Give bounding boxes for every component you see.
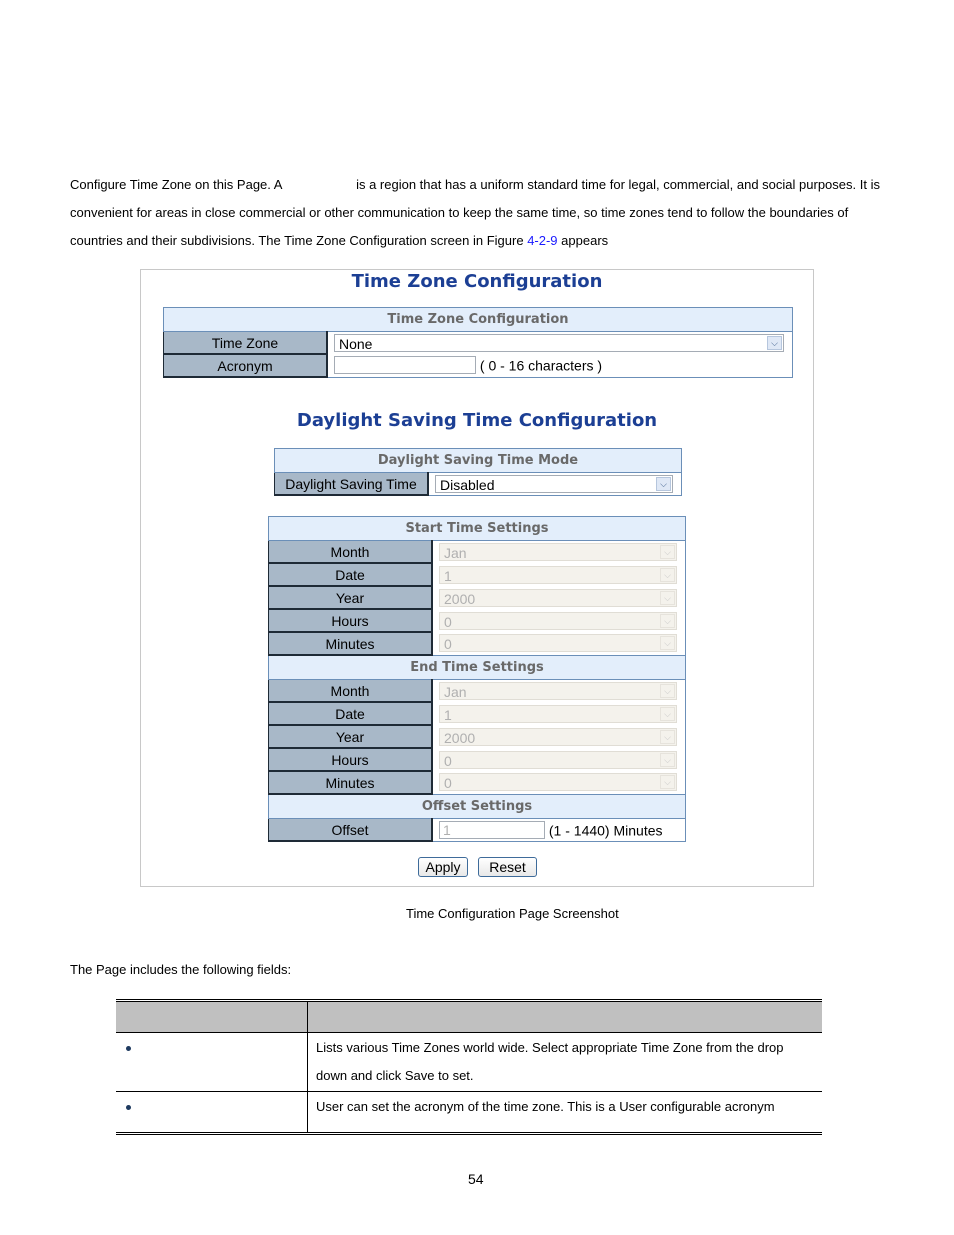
offset-hint: (1 - 1440) Minutes	[548, 821, 663, 838]
table-row: Lists various Time Zones world wide. Sel…	[116, 1032, 822, 1092]
offset-input[interactable]: 1	[439, 820, 545, 839]
offset-header: Offset Settings	[268, 793, 686, 819]
chevron-down-icon: ⌵	[660, 613, 675, 628]
acronym-input[interactable]	[334, 356, 476, 375]
end-year-value: 2000	[444, 729, 476, 746]
chevron-down-icon: ⌵	[660, 775, 675, 790]
chevron-down-icon: ⌵	[660, 567, 675, 582]
end-month-select[interactable]: Jan ⌵	[439, 682, 677, 700]
acronym-hint: ( 0 - 16 characters )	[479, 357, 603, 374]
fields-header-description	[307, 999, 822, 1033]
end-year-label: Year	[268, 725, 433, 749]
end-minutes-value: 0	[444, 775, 452, 792]
chevron-down-icon: ⌵	[660, 684, 675, 698]
acronym-label: Acronym	[163, 354, 328, 378]
dst-mode-header: Daylight Saving Time Mode	[274, 448, 682, 473]
dst-title: Daylight Saving Time Configuration	[296, 410, 658, 431]
end-year-select[interactable]: 2000 ⌵	[439, 727, 677, 746]
apply-button[interactable]: Apply	[418, 857, 468, 877]
end-month-value: Jan	[444, 684, 467, 700]
table-row: User can set the acronym of the time zon…	[116, 1091, 822, 1134]
end-time-header: End Time Settings	[268, 654, 686, 680]
fields-intro: The Page includes the following fields:	[70, 962, 292, 977]
end-hours-select[interactable]: 0 ⌵	[439, 750, 677, 769]
dst-settings-table: Start Time Settings Month Jan ⌵ Date 1 ⌵ Yea…	[268, 516, 686, 842]
start-minutes-select[interactable]: 0 ⌵	[439, 634, 677, 653]
start-hours-select[interactable]: 0 ⌵	[439, 611, 677, 630]
offset-label: Offset	[268, 818, 433, 842]
time-zone-title: Time Zone Configuration	[351, 271, 603, 292]
end-hours-label: Hours	[268, 748, 433, 772]
reset-button[interactable]: Reset	[478, 857, 537, 877]
dst-value: Disabled	[440, 476, 495, 493]
end-date-label: Date	[268, 702, 433, 726]
chevron-down-icon: ⌵	[660, 706, 675, 721]
dst-mode-table: Daylight Saving Time Mode Daylight Savin…	[274, 448, 682, 496]
start-hours-label: Hours	[268, 609, 433, 633]
time-zone-table: Time Zone Configuration Time Zone None ⌵…	[163, 307, 793, 378]
time-zone-label: Time Zone	[163, 331, 328, 355]
fields-table: Lists various Time Zones world wide. Sel…	[116, 999, 822, 1135]
figure-caption: Time Configuration Page Screenshot	[406, 906, 619, 921]
end-month-label: Month	[268, 679, 433, 703]
field-description: User can set the acronym of the time zon…	[307, 1091, 822, 1134]
dst-label: Daylight Saving Time	[274, 472, 429, 496]
intro-text-1: Configure Time Zone on this Page. A	[70, 177, 283, 192]
end-minutes-label: Minutes	[268, 771, 433, 795]
time-zone-select[interactable]: None ⌵	[334, 334, 784, 352]
bullet-icon	[126, 1046, 131, 1052]
bullet-icon	[126, 1105, 131, 1111]
start-year-label: Year	[268, 586, 433, 610]
end-date-value: 1	[444, 706, 452, 723]
start-date-select[interactable]: 1 ⌵	[439, 565, 677, 584]
time-zone-header: Time Zone Configuration	[163, 307, 793, 332]
intro-text-3: appears	[561, 233, 609, 248]
field-description: Lists various Time Zones world wide. Sel…	[307, 1032, 822, 1092]
start-year-value: 2000	[444, 590, 476, 607]
end-minutes-select[interactable]: 0 ⌵	[439, 773, 677, 792]
intro-paragraph: Configure Time Zone on this Page. A is a…	[70, 171, 900, 255]
chevron-down-icon[interactable]: ⌵	[656, 476, 671, 491]
figure-link[interactable]: 4-2-9	[527, 233, 557, 248]
start-hours-value: 0	[444, 613, 452, 630]
start-month-value: Jan	[444, 545, 467, 561]
screenshot-frame: Time Zone Configuration Time Zone Config…	[140, 269, 814, 887]
start-minutes-label: Minutes	[268, 632, 433, 656]
fields-header-object	[116, 999, 308, 1033]
start-month-select[interactable]: Jan ⌵	[439, 543, 677, 561]
page-number: 54	[468, 1171, 484, 1187]
end-hours-value: 0	[444, 752, 452, 769]
chevron-down-icon: ⌵	[660, 729, 675, 744]
chevron-down-icon: ⌵	[660, 752, 675, 767]
start-date-value: 1	[444, 567, 452, 584]
start-year-select[interactable]: 2000 ⌵	[439, 588, 677, 607]
start-time-header: Start Time Settings	[268, 516, 686, 541]
dst-select[interactable]: Disabled ⌵	[435, 474, 673, 493]
chevron-down-icon: ⌵	[660, 636, 675, 651]
chevron-down-icon: ⌵	[660, 545, 675, 559]
start-date-label: Date	[268, 563, 433, 587]
chevron-down-icon: ⌵	[660, 590, 675, 605]
time-zone-value: None	[339, 336, 373, 352]
start-minutes-value: 0	[444, 636, 452, 653]
start-month-label: Month	[268, 540, 433, 564]
end-date-select[interactable]: 1 ⌵	[439, 704, 677, 723]
chevron-down-icon[interactable]: ⌵	[767, 336, 782, 350]
